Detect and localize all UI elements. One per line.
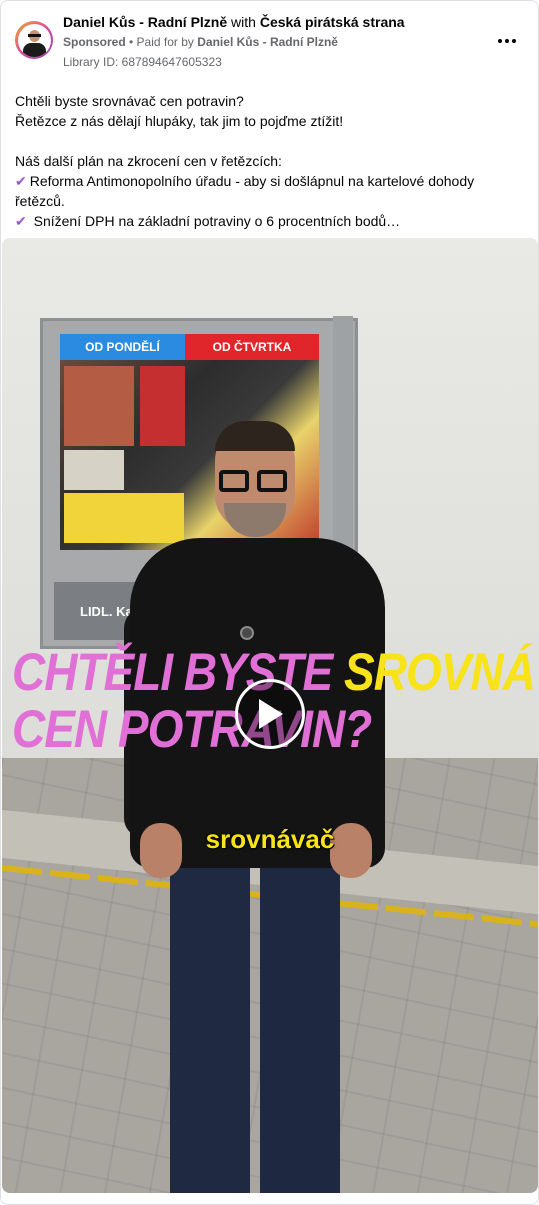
page-name-link[interactable]: Daniel Kůs - Radní Plzně [63, 14, 227, 30]
poster-block [64, 366, 134, 446]
more-dot [512, 39, 516, 43]
post-body: Chtěli byste srovnávač cen potravin? Řet… [15, 91, 527, 231]
bullet-item: ✔ Snížení DPH na základní potraviny o 6 … [15, 211, 527, 231]
body-line: Chtěli byste srovnávač cen potravin? [15, 93, 244, 109]
sponsor-meta: Sponsored • Paid for by Daniel Kůs - Rad… [63, 35, 338, 49]
video-caption: srovnávač [205, 824, 335, 854]
poster-block [64, 493, 184, 543]
video-player[interactable]: OD PONDĚLÍ OD ČTVRTKA LIDL. Každ CHTĚLI … [2, 238, 538, 1193]
poster-block [140, 366, 185, 446]
more-options-icon[interactable] [495, 31, 519, 51]
payer-name: Daniel Kůs - Radní Plzně [197, 35, 338, 49]
partner-name-link[interactable]: Česká pirátská strana [260, 14, 405, 30]
sponsored-label: Sponsored [63, 35, 126, 49]
body-line: Řetězce z nás dělají hlupáky, tak jim to… [15, 113, 344, 129]
avatar-photo [17, 23, 51, 57]
check-icon: ✔ [15, 173, 27, 189]
bullet-item: ✔ Reforma Antimonopolního úřadu - aby si … [15, 171, 527, 211]
person-leg [260, 863, 340, 1193]
sign-od-pondeli: OD PONDĚLÍ [60, 334, 185, 360]
avatar-body-shape [22, 42, 46, 57]
overlay-text-yellow: SROVNÁVAČ [344, 641, 538, 702]
play-button[interactable] [235, 679, 305, 749]
page-avatar[interactable] [15, 21, 53, 59]
paid-for-by-label: • Paid for by [129, 35, 194, 49]
poster-block [64, 450, 124, 490]
video-overlay-subtitle: CEN POTRAVIN? [12, 698, 372, 759]
play-icon [259, 699, 283, 729]
post-title: Daniel Kůs - Radní Plzně with Česká pirá… [63, 14, 405, 30]
check-icon: ✔ [15, 213, 27, 229]
with-word: with [231, 14, 256, 30]
more-dot [498, 39, 502, 43]
more-dot [505, 39, 509, 43]
body-line: Náš další plán na zkrocení cen v řetězcí… [15, 153, 282, 169]
bullet-text: Reforma Antimonopolního úřadu - aby si d… [15, 173, 475, 209]
person-glasses [219, 470, 249, 492]
library-id: Library ID: 687894647605323 [63, 55, 222, 69]
lapel-mic [240, 626, 254, 640]
person-glasses [257, 470, 287, 492]
person-leg [170, 863, 250, 1193]
avatar-glasses-shape [27, 33, 41, 37]
ad-post-card: Daniel Kůs - Radní Plzně with Česká pirá… [0, 0, 539, 1205]
sign-od-ctvrtka: OD ČTVRTKA [185, 334, 319, 360]
post-header: Daniel Kůs - Radní Plzně with Česká pirá… [1, 1, 538, 81]
bullet-text: Snížení DPH na základní potraviny o 6 pr… [33, 213, 401, 229]
